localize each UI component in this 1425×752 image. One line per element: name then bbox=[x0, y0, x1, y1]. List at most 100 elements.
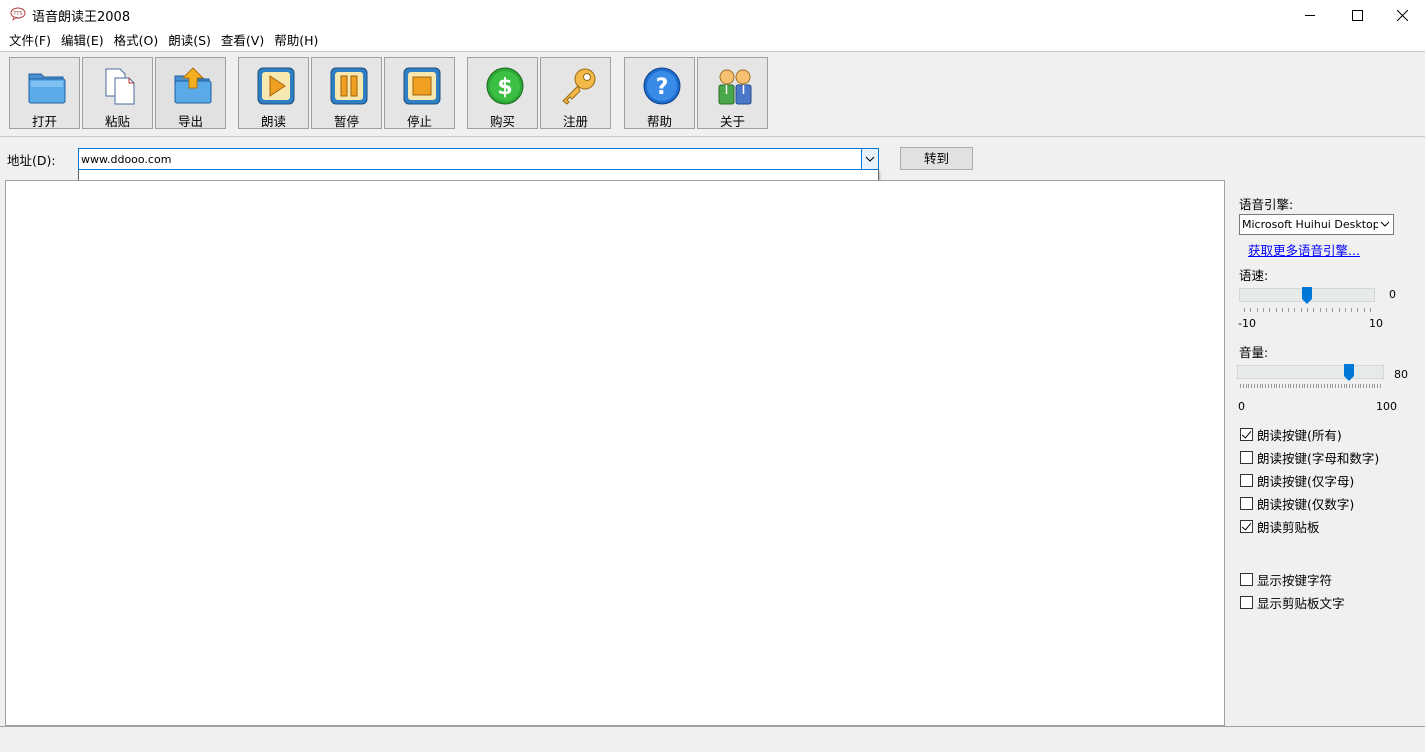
text-editor[interactable] bbox=[5, 180, 1225, 726]
maximize-button[interactable] bbox=[1334, 0, 1380, 30]
svg-text:$: $ bbox=[497, 75, 512, 100]
checkbox-label: 显示按键字符 bbox=[1257, 573, 1333, 588]
slider-tick bbox=[1335, 384, 1337, 388]
slider-tick bbox=[1270, 384, 1272, 388]
minimize-button[interactable] bbox=[1287, 0, 1333, 30]
help-label: 帮助 bbox=[646, 114, 672, 129]
pause-button[interactable]: 暂停 bbox=[311, 57, 382, 129]
slider-tick bbox=[1349, 384, 1351, 388]
svg-text:?: ? bbox=[656, 75, 669, 100]
menu-bar: 文件(F) 编辑(E) 格式(O) 朗读(S) 查看(V) 帮助(H) bbox=[0, 30, 1425, 51]
pause-label: 暂停 bbox=[333, 114, 359, 129]
volume-slider-track[interactable] bbox=[1237, 365, 1384, 379]
checkbox-label: 显示剪贴板文字 bbox=[1257, 596, 1345, 611]
checkbox-show-clipboard-text[interactable]: 显示剪贴板文字 bbox=[1240, 594, 1345, 611]
slider-tick bbox=[1256, 308, 1258, 312]
engine-select[interactable]: Microsoft Huihui Desktop - Chinese bbox=[1239, 214, 1394, 235]
slider-tick bbox=[1256, 384, 1258, 388]
slider-tick bbox=[1296, 384, 1297, 388]
open-button[interactable]: 打开 bbox=[9, 57, 80, 129]
volume-slider-thumb[interactable] bbox=[1343, 364, 1354, 381]
play-icon bbox=[257, 67, 295, 105]
menu-format[interactable]: 格式(O) bbox=[109, 30, 164, 51]
help-button[interactable]: ? 帮助 bbox=[624, 57, 695, 129]
side-panel: 语音引擎: Microsoft Huihui Desktop - Chinese… bbox=[1226, 180, 1425, 726]
slider-tick bbox=[1290, 384, 1292, 388]
slider-tick bbox=[1329, 384, 1331, 388]
go-button[interactable]: 转到 bbox=[900, 147, 973, 170]
slider-tick bbox=[1343, 384, 1345, 388]
slider-tick bbox=[1319, 308, 1321, 312]
slider-tick bbox=[1371, 384, 1373, 388]
slider-tick bbox=[1340, 384, 1342, 388]
checkbox-box[interactable] bbox=[1240, 573, 1253, 586]
status-bar bbox=[0, 726, 1425, 752]
checkbox-box[interactable] bbox=[1240, 451, 1253, 464]
slider-tick bbox=[1293, 384, 1295, 388]
slider-tick bbox=[1344, 308, 1346, 312]
slider-tick bbox=[1332, 308, 1334, 312]
menu-read[interactable]: 朗读(S) bbox=[163, 30, 216, 51]
slider-tick bbox=[1338, 384, 1339, 388]
slider-tick bbox=[1366, 384, 1367, 388]
chevron-down-icon bbox=[865, 156, 875, 162]
slider-tick bbox=[1346, 384, 1348, 388]
more-engines-link[interactable]: 获取更多语音引擎... bbox=[1248, 240, 1360, 259]
buy-button[interactable]: $ 购买 bbox=[467, 57, 538, 129]
checkbox-box[interactable] bbox=[1240, 497, 1253, 510]
slider-tick bbox=[1276, 384, 1278, 388]
slider-tick bbox=[1307, 308, 1308, 312]
menu-edit[interactable]: 编辑(E) bbox=[56, 30, 109, 51]
register-label: 注册 bbox=[562, 114, 588, 129]
menu-help[interactable]: 帮助(H) bbox=[269, 30, 323, 51]
checkbox-read-clipboard[interactable]: 朗读剪贴板 bbox=[1240, 518, 1320, 535]
volume-min: 0 bbox=[1238, 400, 1245, 413]
slider-tick bbox=[1248, 384, 1250, 388]
checkbox-label: 朗读按键(仅数字) bbox=[1257, 497, 1355, 512]
export-button[interactable]: 导出 bbox=[155, 57, 226, 129]
close-icon bbox=[1396, 9, 1408, 21]
address-combobox[interactable] bbox=[78, 148, 879, 170]
slider-tick bbox=[1268, 384, 1269, 388]
slider-tick bbox=[1357, 384, 1359, 388]
checkbox-box[interactable] bbox=[1240, 596, 1253, 609]
folder-icon bbox=[28, 73, 66, 104]
stop-button[interactable]: 停止 bbox=[384, 57, 455, 129]
slider-tick bbox=[1273, 384, 1275, 388]
about-button[interactable]: 关于 bbox=[697, 57, 768, 129]
address-dropdown-button[interactable] bbox=[861, 149, 878, 169]
slider-tick bbox=[1368, 384, 1370, 388]
menu-file[interactable]: 文件(F) bbox=[4, 30, 56, 51]
volume-slider-ticks bbox=[1240, 384, 1381, 388]
menu-view[interactable]: 查看(V) bbox=[216, 30, 269, 51]
slider-tick bbox=[1242, 384, 1244, 388]
checkbox-box[interactable] bbox=[1240, 520, 1253, 533]
read-button[interactable]: 朗读 bbox=[238, 57, 309, 129]
slider-tick bbox=[1354, 384, 1356, 388]
speed-value: 0 bbox=[1389, 288, 1396, 301]
people-icon bbox=[718, 69, 752, 105]
checkbox-label: 朗读按键(仅字母) bbox=[1257, 474, 1355, 489]
checkbox-read-keys-digits[interactable]: 朗读按键(仅数字) bbox=[1240, 495, 1354, 512]
checkbox-box[interactable] bbox=[1240, 428, 1253, 441]
close-button[interactable] bbox=[1379, 0, 1425, 30]
checkbox-read-keys-alnum[interactable]: 朗读按键(字母和数字) bbox=[1240, 449, 1379, 466]
slider-tick bbox=[1301, 384, 1303, 388]
slider-tick bbox=[1269, 308, 1271, 312]
paste-button[interactable]: 粘贴 bbox=[82, 57, 153, 129]
speed-slider-thumb[interactable] bbox=[1302, 287, 1312, 304]
checkbox-read-keys-letters[interactable]: 朗读按键(仅字母) bbox=[1240, 472, 1354, 489]
address-input[interactable] bbox=[79, 149, 861, 169]
maximize-icon bbox=[1351, 9, 1363, 21]
register-button[interactable]: 注册 bbox=[540, 57, 611, 129]
export-label: 导出 bbox=[177, 114, 203, 129]
question-mark-icon: ? bbox=[643, 67, 681, 105]
slider-tick bbox=[1370, 308, 1371, 312]
volume-value: 80 bbox=[1394, 368, 1408, 381]
key-icon bbox=[562, 68, 596, 105]
checkbox-show-key-chars[interactable]: 显示按键字符 bbox=[1240, 571, 1332, 588]
toolbar: 打开 粘贴 导出 朗读 暂停 停止 $ 购买 注册 ? 帮助 关于 bbox=[0, 51, 1425, 137]
checkbox-box[interactable] bbox=[1240, 474, 1253, 487]
slider-tick bbox=[1325, 308, 1327, 312]
checkbox-read-keys-all[interactable]: 朗读按键(所有) bbox=[1240, 426, 1342, 443]
